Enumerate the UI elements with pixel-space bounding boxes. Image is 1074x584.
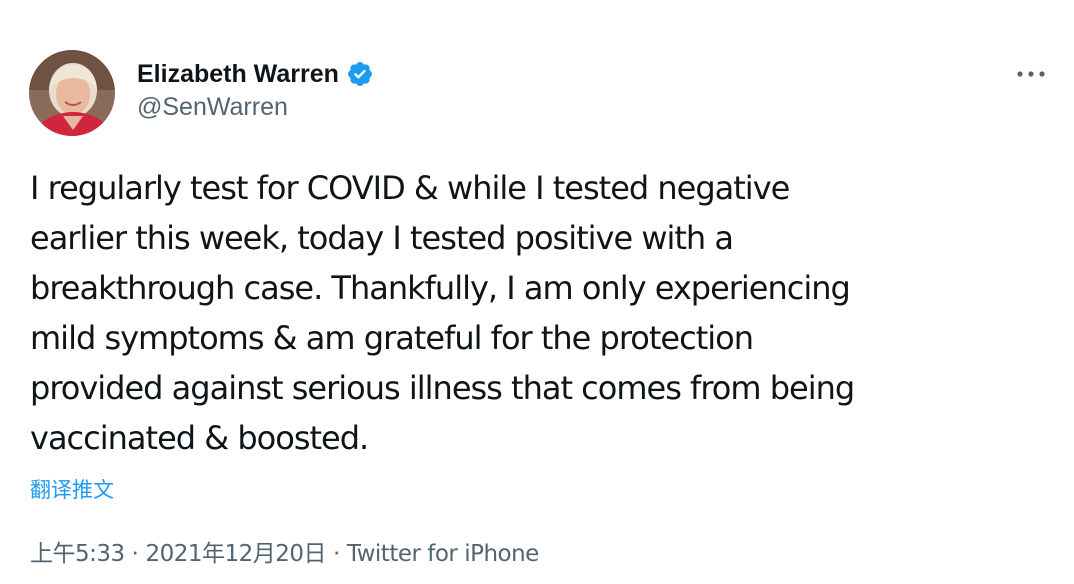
- more-horizontal-icon: [1017, 71, 1045, 77]
- tweet-metadata: 上午5:33 · 2021年12月20日 · Twitter for iPhone: [30, 534, 539, 568]
- tweet-text: I regularly test for COVID & while I tes…: [30, 169, 855, 457]
- author-handle[interactable]: @SenWarren: [137, 93, 288, 122]
- verified-badge-icon: [346, 60, 374, 88]
- avatar-image: [29, 50, 115, 136]
- tweet-time[interactable]: 上午5:33: [30, 541, 125, 567]
- metadata-separator: ·: [131, 541, 139, 567]
- avatar[interactable]: [29, 50, 115, 136]
- tweet-source[interactable]: Twitter for iPhone: [347, 541, 539, 567]
- author-name-row: Elizabeth Warren: [137, 58, 374, 90]
- translate-tweet-link[interactable]: 翻译推文: [30, 474, 114, 504]
- author-display-name[interactable]: Elizabeth Warren: [137, 60, 339, 89]
- more-options-button[interactable]: [1008, 56, 1054, 92]
- tweet-date[interactable]: 2021年12月20日: [145, 541, 326, 567]
- metadata-separator: ·: [333, 541, 340, 567]
